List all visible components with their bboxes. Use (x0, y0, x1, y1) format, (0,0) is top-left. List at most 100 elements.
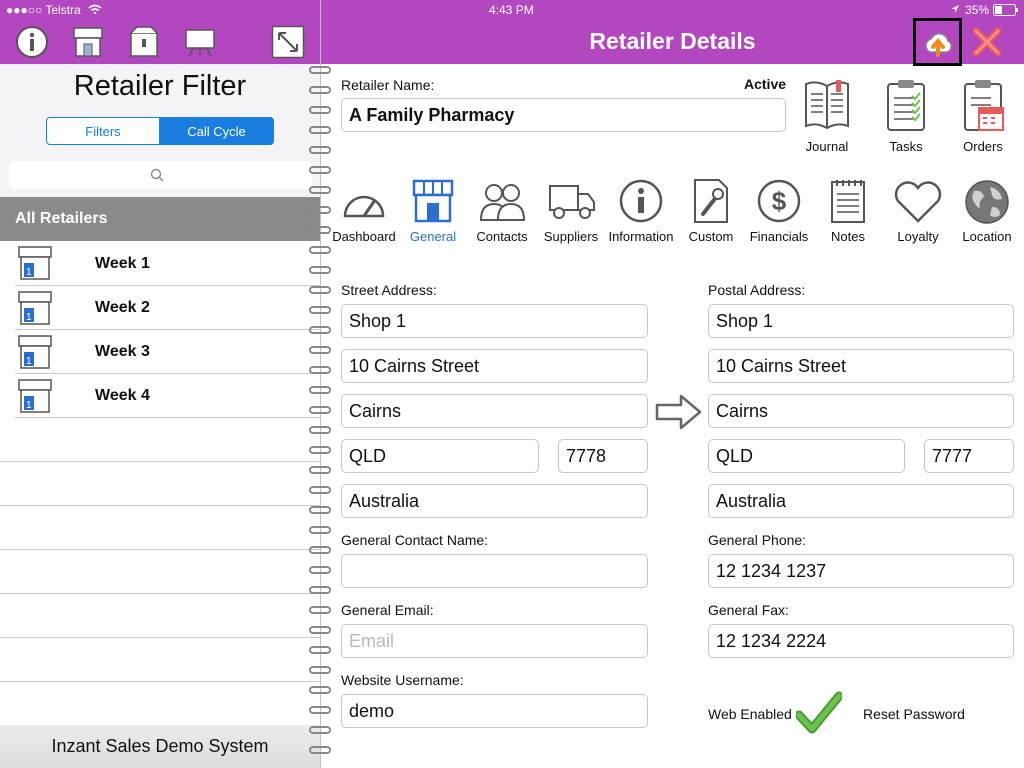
binding-ring (309, 166, 331, 174)
battery-icon (993, 4, 1018, 16)
divider (0, 593, 320, 594)
street-line2-field[interactable]: 10 Cairns Street (341, 349, 648, 383)
nav-financials[interactable]: $ Financials (746, 178, 812, 246)
search-icon (150, 168, 164, 182)
svg-text:1: 1 (26, 356, 32, 367)
binding-ring (309, 286, 331, 294)
nav-label: Notes (831, 229, 865, 244)
postal-city-field[interactable]: Cairns (708, 394, 1014, 428)
cloud-upload-icon (925, 33, 952, 57)
nav-location[interactable]: Location (957, 178, 1017, 246)
binding-ring (309, 226, 331, 234)
divider (0, 637, 320, 638)
nav-general[interactable]: General (403, 178, 463, 246)
retailer-name-field[interactable]: A Family Pharmacy (341, 98, 786, 132)
store-icon: 1 (18, 379, 52, 413)
binding-ring (309, 746, 331, 754)
store-icon: 1 (18, 291, 52, 325)
postal-postcode-field[interactable]: 7777 (924, 439, 1014, 473)
store-icon[interactable] (71, 25, 105, 59)
search-input[interactable] (9, 161, 312, 189)
info-icon (619, 179, 663, 223)
location-arrow-icon (951, 5, 959, 13)
binding-ring (309, 526, 331, 534)
binding-ring (309, 606, 331, 614)
list-item-week-3[interactable]: 1 Week 3 (0, 330, 320, 373)
fax-label: General Fax: (708, 602, 789, 618)
street-line1-field[interactable]: Shop 1 (341, 304, 648, 338)
username-field[interactable]: demo (341, 694, 648, 728)
binding-ring (309, 406, 331, 414)
orders-button[interactable]: Orders (954, 78, 1012, 154)
email-field[interactable]: Email (341, 624, 648, 658)
upload-button[interactable] (913, 18, 962, 66)
close-button[interactable] (970, 25, 1004, 59)
clock: 4:43 PM (489, 3, 534, 17)
binding-ring (309, 66, 331, 74)
nav-dashboard[interactable]: Dashboard (331, 178, 397, 246)
tab-call-cycle[interactable]: Call Cycle (159, 117, 274, 145)
divider (15, 417, 320, 418)
phone-label: General Phone: (708, 532, 807, 548)
orders-label: Orders (963, 139, 1003, 154)
postal-country-field[interactable]: Australia (708, 484, 1014, 518)
binding-ring (309, 646, 331, 654)
nav-information[interactable]: Information (606, 178, 676, 246)
list-item-week-1[interactable]: 1 Week 1 (0, 241, 320, 285)
street-city-field[interactable]: Cairns (341, 394, 648, 428)
nav-custom[interactable]: Custom (683, 178, 739, 246)
nav-label: Custom (688, 229, 734, 244)
binding-ring (309, 706, 331, 714)
nav-loyalty[interactable]: Loyalty (888, 178, 948, 246)
street-state-field[interactable]: QLD (341, 439, 539, 473)
heart-icon (894, 181, 942, 223)
resize-icon[interactable] (271, 25, 305, 59)
list-item-week-4[interactable]: 1 Week 4 (0, 374, 320, 417)
fax-field[interactable]: 12 1234 2224 (708, 624, 1014, 658)
reset-password-button[interactable]: Reset Password (863, 706, 965, 722)
divider (0, 681, 320, 682)
nav-contacts[interactable]: Contacts (472, 178, 532, 246)
tasks-button[interactable]: Tasks (877, 78, 935, 154)
binding-ring (309, 466, 331, 474)
list-item-week-2[interactable]: 1 Week 2 (0, 286, 320, 329)
binding-ring (309, 366, 331, 374)
presentation-icon[interactable] (183, 25, 217, 59)
street-address-label: Street Address: (341, 282, 437, 298)
nav-suppliers[interactable]: Suppliers (541, 178, 601, 246)
binding-ring (309, 246, 331, 254)
arrow-right-icon (655, 394, 702, 430)
tab-filters[interactable]: Filters (46, 117, 160, 145)
binding-ring (309, 686, 331, 694)
box-icon[interactable] (127, 25, 161, 59)
info-icon[interactable] (15, 25, 49, 59)
contact-name-field[interactable] (341, 554, 648, 588)
street-postcode-field[interactable]: 7778 (558, 439, 648, 473)
binding-ring (309, 546, 331, 554)
journal-button[interactable]: Journal (798, 78, 856, 154)
web-enabled-toggle[interactable] (794, 691, 844, 735)
postal-address-label: Postal Address: (708, 282, 806, 298)
journal-icon (805, 80, 849, 130)
week-label: Week 2 (95, 299, 150, 316)
store-icon: 1 (18, 335, 52, 369)
postal-line1-field[interactable]: Shop 1 (708, 304, 1014, 338)
binding-ring (309, 126, 331, 134)
all-retailers-header[interactable]: All Retailers (0, 197, 320, 241)
status-badge: Active (744, 76, 787, 92)
phone-field[interactable]: 12 1234 1237 (708, 554, 1014, 588)
gauge-icon (343, 195, 385, 218)
binding-ring (309, 106, 331, 114)
nav-label: General (409, 229, 457, 244)
binding-ring (309, 326, 331, 334)
store-icon (412, 179, 454, 223)
binding-ring (309, 186, 331, 194)
copy-address-button[interactable] (655, 393, 703, 431)
svg-text:1: 1 (26, 400, 32, 411)
binding-ring (309, 666, 331, 674)
postal-state-field[interactable]: QLD (708, 439, 905, 473)
postal-line2-field[interactable]: 10 Cairns Street (708, 349, 1014, 383)
street-country-field[interactable]: Australia (341, 484, 648, 518)
nav-notes[interactable]: Notes (820, 178, 876, 246)
binding-ring (309, 586, 331, 594)
